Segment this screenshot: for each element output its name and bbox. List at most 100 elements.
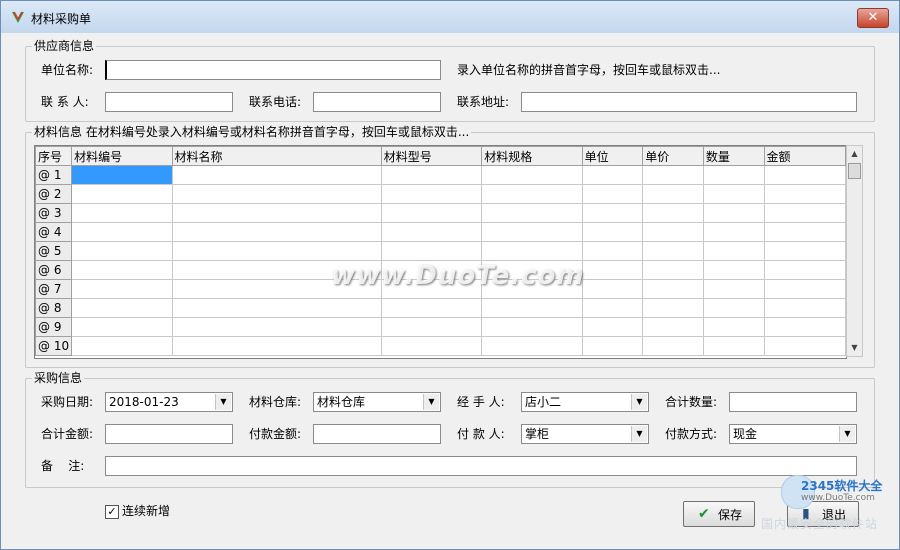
grid-cell[interactable] [71, 317, 173, 337]
grid-cell[interactable] [702, 184, 765, 204]
grid-cell[interactable] [71, 298, 173, 318]
grid-cell[interactable] [763, 184, 846, 204]
grid-column-header[interactable]: 材料名称 [171, 146, 382, 166]
grid-cell[interactable] [581, 298, 644, 318]
grid-cell-selected[interactable] [71, 165, 173, 185]
continuous-add-checkbox[interactable]: ✓ [105, 505, 119, 519]
chevron-down-icon[interactable]: ▼ [215, 394, 231, 410]
total-amount-input[interactable] [105, 424, 233, 444]
grid-cell[interactable] [71, 279, 173, 299]
grid-cell[interactable] [702, 336, 765, 356]
grid-cell[interactable] [702, 222, 765, 242]
grid-vertical-scrollbar[interactable]: ▲ ▼ [846, 145, 863, 357]
row-number-cell[interactable]: @ 4 [35, 222, 73, 242]
pay-method-select[interactable]: 现金 ▼ [729, 424, 857, 444]
grid-cell[interactable] [380, 241, 483, 261]
grid-cell[interactable] [642, 184, 704, 204]
scroll-thumb[interactable] [848, 163, 861, 179]
grid-cell[interactable] [702, 279, 765, 299]
grid-cell[interactable] [171, 317, 382, 337]
grid-cell[interactable] [171, 336, 382, 356]
grid-cell[interactable] [380, 317, 483, 337]
grid-cell[interactable] [763, 298, 846, 318]
grid-cell[interactable] [380, 165, 483, 185]
grid-cell[interactable] [702, 317, 765, 337]
row-number-cell[interactable]: @ 5 [35, 241, 73, 261]
grid-cell[interactable] [481, 222, 583, 242]
grid-cell[interactable] [71, 241, 173, 261]
continuous-add-label[interactable]: 连续新增 [122, 501, 170, 521]
chevron-down-icon[interactable]: ▼ [631, 426, 647, 442]
row-number-cell[interactable]: @ 7 [35, 279, 73, 299]
contact-input[interactable] [105, 92, 233, 112]
grid-cell[interactable] [702, 203, 765, 223]
grid-cell[interactable] [642, 298, 704, 318]
grid-cell[interactable] [71, 222, 173, 242]
grid-column-header[interactable]: 材料规格 [481, 146, 583, 166]
grid-cell[interactable] [642, 336, 704, 356]
grid-cell[interactable] [763, 222, 846, 242]
grid-cell[interactable] [380, 336, 483, 356]
grid-cell[interactable] [481, 184, 583, 204]
grid-cell[interactable] [581, 165, 644, 185]
grid-cell[interactable] [380, 222, 483, 242]
table-row[interactable]: @ 2 [35, 184, 846, 204]
row-number-cell[interactable]: @ 2 [35, 184, 73, 204]
grid-column-header[interactable]: 序号 [35, 146, 73, 166]
paid-amount-input[interactable] [313, 424, 441, 444]
grid-column-header[interactable]: 材料型号 [380, 146, 483, 166]
total-qty-input[interactable] [729, 392, 857, 412]
grid-cell[interactable] [581, 184, 644, 204]
grid-cell[interactable] [481, 317, 583, 337]
grid-column-header[interactable]: 单位 [581, 146, 644, 166]
table-row[interactable]: @ 8 [35, 298, 846, 318]
row-number-cell[interactable]: @ 9 [35, 317, 73, 337]
grid-cell[interactable] [763, 165, 846, 185]
row-number-cell[interactable]: @ 8 [35, 298, 73, 318]
grid-cell[interactable] [763, 336, 846, 356]
grid-cell[interactable] [481, 165, 583, 185]
grid-cell[interactable] [71, 260, 173, 280]
grid-cell[interactable] [642, 279, 704, 299]
title-bar[interactable]: 材料采购单 ✕ [1, 1, 899, 33]
grid-cell[interactable] [71, 336, 173, 356]
table-row[interactable]: @ 3 [35, 203, 846, 223]
grid-cell[interactable] [642, 222, 704, 242]
materials-grid[interactable]: 序号 材料编号 材料名称 材料型号 材料规格 单位 单价 数量 金额 @ 1 @ 2 @ 3 @ 4 @… [34, 145, 847, 359]
grid-cell[interactable] [581, 317, 644, 337]
close-button[interactable]: ✕ [857, 8, 889, 28]
table-row[interactable]: @ 4 [35, 222, 846, 242]
grid-column-header[interactable]: 单价 [642, 146, 704, 166]
grid-cell[interactable] [642, 317, 704, 337]
grid-cell[interactable] [171, 203, 382, 223]
grid-cell[interactable] [581, 279, 644, 299]
table-row[interactable]: @ 5 [35, 241, 846, 261]
grid-cell[interactable] [481, 241, 583, 261]
handler-select[interactable]: 店小二 ▼ [521, 392, 649, 412]
grid-cell[interactable] [581, 203, 644, 223]
grid-cell[interactable] [171, 165, 382, 185]
grid-cell[interactable] [642, 165, 704, 185]
payer-select[interactable]: 掌柜 ▼ [521, 424, 649, 444]
grid-cell[interactable] [380, 298, 483, 318]
row-number-cell[interactable]: @ 6 [35, 260, 73, 280]
grid-cell[interactable] [71, 184, 173, 204]
row-number-cell[interactable]: @ 3 [35, 203, 73, 223]
phone-input[interactable] [313, 92, 441, 112]
grid-column-header[interactable]: 数量 [702, 146, 765, 166]
row-number-cell[interactable]: @ 10 [35, 336, 73, 356]
grid-cell[interactable] [763, 260, 846, 280]
grid-cell[interactable] [763, 203, 846, 223]
warehouse-select[interactable]: 材料仓库 ▼ [313, 392, 441, 412]
grid-cell[interactable] [581, 260, 644, 280]
grid-cell[interactable] [702, 165, 765, 185]
scroll-up-icon[interactable]: ▲ [847, 146, 862, 162]
grid-cell[interactable] [171, 298, 382, 318]
grid-cell[interactable] [380, 203, 483, 223]
grid-cell[interactable] [702, 298, 765, 318]
unit-name-input[interactable] [105, 60, 441, 80]
chevron-down-icon[interactable]: ▼ [839, 426, 855, 442]
grid-column-header[interactable]: 材料编号 [71, 146, 173, 166]
grid-cell[interactable] [71, 203, 173, 223]
grid-cell[interactable] [481, 298, 583, 318]
